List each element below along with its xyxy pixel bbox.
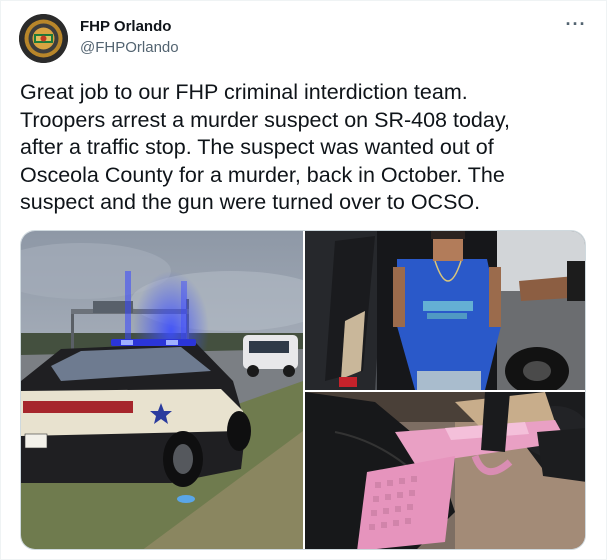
photo-patrol-car[interactable] (21, 231, 303, 549)
tweet-text-line: after a traffic stop. The suspect was wa… (20, 135, 494, 160)
tweet-text-line: Osceola County for a murder, back in Oct… (20, 162, 505, 187)
user-handle[interactable]: @FHPOrlando (80, 39, 179, 56)
fhp-badge-icon (19, 14, 68, 63)
photo-suspect[interactable] (305, 231, 585, 390)
tweet-text-line: Great job to our FHP criminal interdicti… (20, 80, 468, 104)
tweet-card: FHP Orlando @FHPOrlando ··· Great job to… (0, 0, 607, 560)
tweet-text-line: Troopers arrest a murder suspect on SR-4… (20, 107, 510, 132)
tweet-text: Great job to our FHP criminal interdicti… (20, 79, 590, 217)
avatar[interactable] (19, 14, 68, 63)
display-name[interactable]: FHP Orlando (80, 18, 171, 35)
media-grid (20, 230, 586, 550)
more-horizontal-icon: ··· (565, 14, 587, 34)
photo-handgun[interactable] (305, 392, 585, 549)
tweet-text-line: suspect and the gun were turned over to … (20, 190, 481, 215)
more-options-button[interactable]: ··· (561, 15, 591, 37)
